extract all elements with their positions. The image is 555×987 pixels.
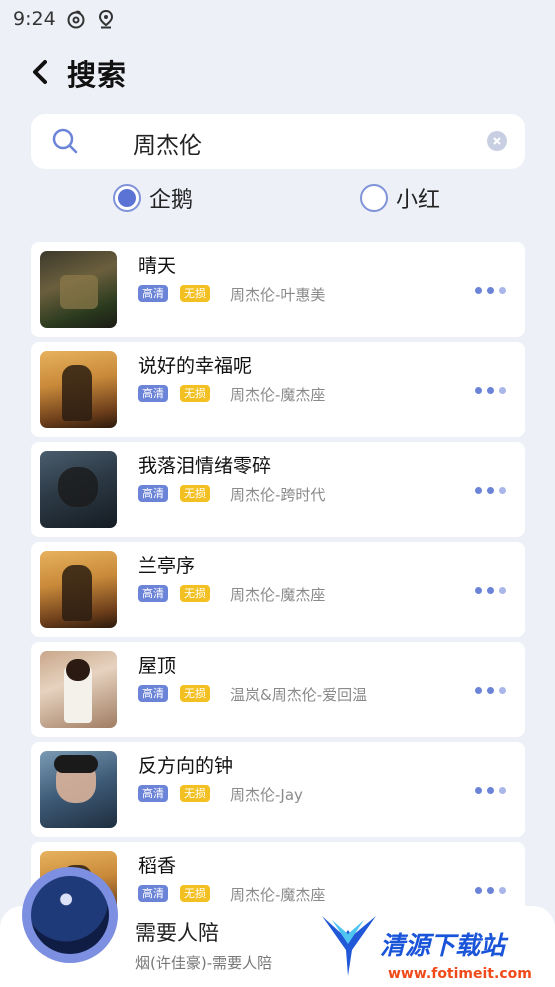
hq-badge: 高清 xyxy=(138,485,168,502)
song-artist-album: 周杰伦-叶惠美 xyxy=(230,286,326,304)
song-title: 我落泪情绪零碎 xyxy=(138,455,272,477)
more-options-button[interactable] xyxy=(475,384,511,396)
album-cover xyxy=(40,351,117,428)
back-button[interactable] xyxy=(26,56,54,88)
song-artist-album: 周杰伦-跨时代 xyxy=(230,486,326,504)
search-icon xyxy=(51,127,79,155)
more-options-button[interactable] xyxy=(475,584,511,596)
status-time: 9:24 xyxy=(13,8,56,30)
song-artist-album: 温岚&周杰伦-爱回温 xyxy=(230,686,368,704)
song-title: 反方向的钟 xyxy=(138,755,234,777)
page-title: 搜索 xyxy=(67,58,128,92)
song-item[interactable]: 晴天 高清 无损 周杰伦-叶惠美 xyxy=(31,242,525,337)
clear-search-button[interactable] xyxy=(487,131,507,151)
song-artist-album: 周杰伦-魔杰座 xyxy=(230,886,326,904)
hq-badge: 高清 xyxy=(138,785,168,802)
location-icon xyxy=(96,9,116,29)
lossless-badge: 无损 xyxy=(180,285,210,302)
watermark-emblem-icon xyxy=(322,916,376,976)
now-playing-disc[interactable] xyxy=(22,867,118,963)
album-art-disc xyxy=(31,876,109,954)
hq-badge: 高清 xyxy=(138,685,168,702)
hq-badge: 高清 xyxy=(138,285,168,302)
radio-option-xiaohong[interactable]: 小红 xyxy=(360,182,440,214)
more-options-button[interactable] xyxy=(475,484,511,496)
hq-badge: 高清 xyxy=(138,385,168,402)
source-selector: 企鹅 小红 xyxy=(0,182,555,218)
hq-badge: 高清 xyxy=(138,585,168,602)
song-artist-album: 周杰伦-魔杰座 xyxy=(230,586,326,604)
radio-button-selected[interactable] xyxy=(113,184,141,212)
song-title: 晴天 xyxy=(138,255,177,277)
song-title: 屋顶 xyxy=(138,655,177,677)
more-options-button[interactable] xyxy=(475,884,511,896)
netease-music-icon xyxy=(66,9,86,29)
radio-button[interactable] xyxy=(360,184,388,212)
album-cover xyxy=(40,651,117,728)
radio-option-qie[interactable]: 企鹅 xyxy=(113,182,193,214)
album-cover xyxy=(40,251,117,328)
watermark-text: 清源下载站 xyxy=(380,931,506,960)
song-item[interactable]: 反方向的钟 高清 无损 周杰伦-Jay xyxy=(31,742,525,837)
close-icon xyxy=(493,137,501,145)
watermark-logo: 清源下载站 www.fotimeit.com xyxy=(318,910,538,986)
song-artist-album: 周杰伦-魔杰座 xyxy=(230,386,326,404)
search-value[interactable]: 周杰伦 xyxy=(133,126,202,160)
search-input[interactable]: 周杰伦 xyxy=(31,114,525,169)
lossless-badge: 无损 xyxy=(180,585,210,602)
more-options-button[interactable] xyxy=(475,784,511,796)
song-title: 稻香 xyxy=(138,855,177,877)
status-bar: 9:24 xyxy=(0,0,555,38)
player-song-title: 需要人陪 xyxy=(135,921,219,945)
header: 搜索 xyxy=(0,48,555,96)
radio-label: 小红 xyxy=(396,188,441,213)
player-artist-album: 烟(许佳豪)-需要人陪 xyxy=(135,954,273,972)
song-title: 兰亭序 xyxy=(138,555,196,577)
more-options-button[interactable] xyxy=(475,284,511,296)
lossless-badge: 无损 xyxy=(180,385,210,402)
lossless-badge: 无损 xyxy=(180,785,210,802)
song-item[interactable]: 屋顶 高清 无损 温岚&周杰伦-爱回温 xyxy=(31,642,525,737)
song-title: 说好的幸福呢 xyxy=(138,355,253,377)
watermark-url: www.fotimeit.com xyxy=(388,966,532,982)
lossless-badge: 无损 xyxy=(180,685,210,702)
chevron-left-icon xyxy=(33,60,47,84)
song-artist-album: 周杰伦-Jay xyxy=(230,786,303,804)
album-cover xyxy=(40,551,117,628)
album-cover xyxy=(40,451,117,528)
hq-badge: 高清 xyxy=(138,885,168,902)
radio-label: 企鹅 xyxy=(149,188,194,213)
album-cover xyxy=(40,751,117,828)
song-item[interactable]: 我落泪情绪零碎 高清 无损 周杰伦-跨时代 xyxy=(31,442,525,537)
song-item[interactable]: 说好的幸福呢 高清 无损 周杰伦-魔杰座 xyxy=(31,342,525,437)
more-options-button[interactable] xyxy=(475,684,511,696)
lossless-badge: 无损 xyxy=(180,885,210,902)
lossless-badge: 无损 xyxy=(180,485,210,502)
song-item[interactable]: 兰亭序 高清 无损 周杰伦-魔杰座 xyxy=(31,542,525,637)
